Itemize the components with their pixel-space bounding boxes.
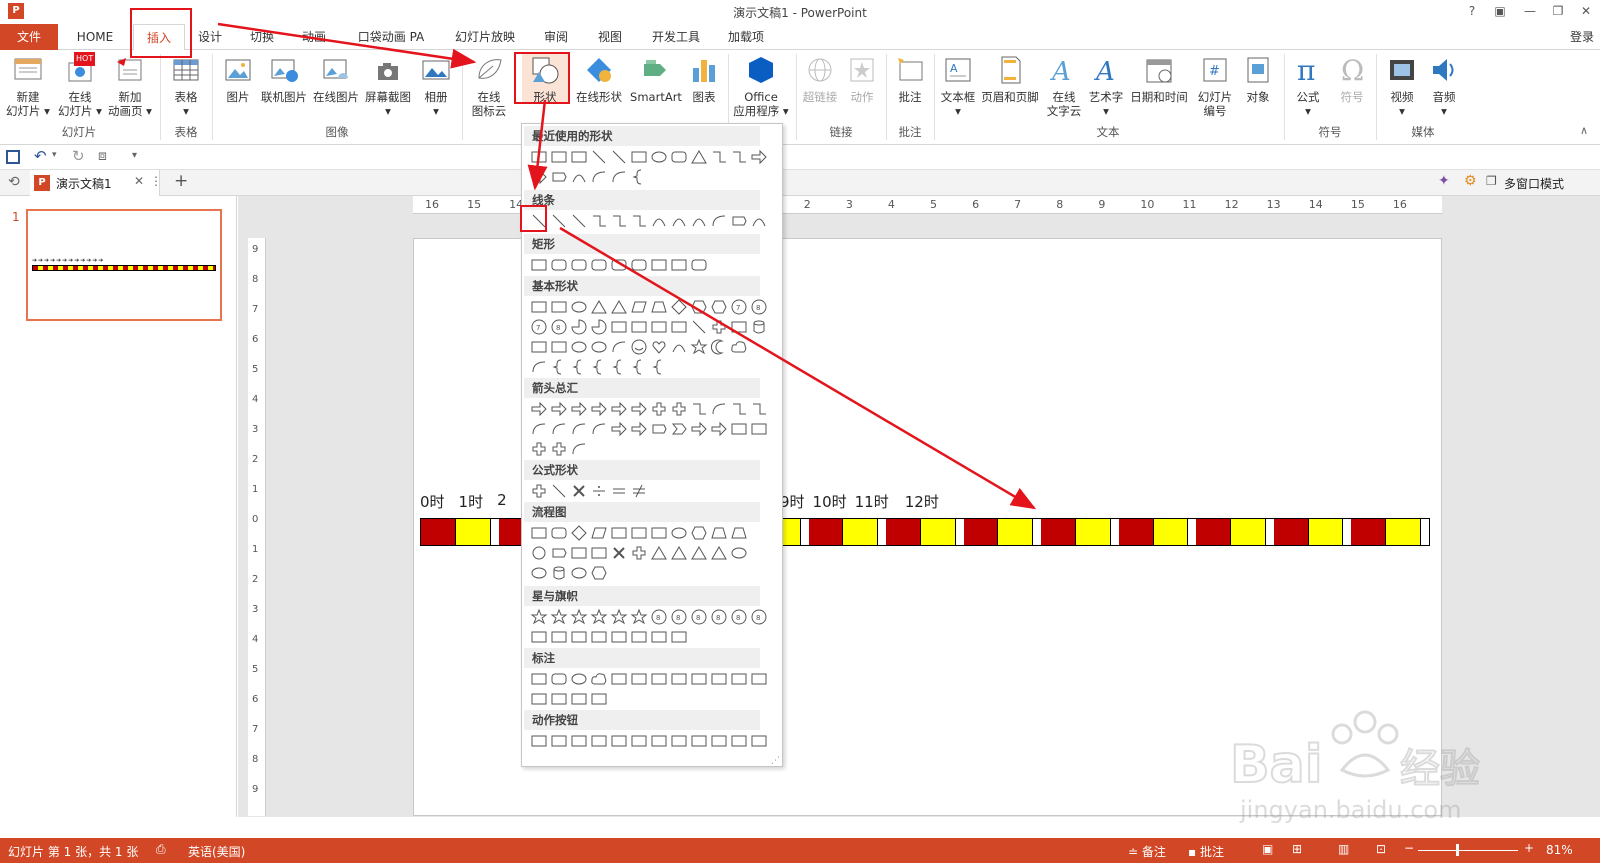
arrow-line-to-slide xyxy=(559,226,1037,510)
svg-text:jingyan.baidu.com: jingyan.baidu.com xyxy=(1239,796,1461,824)
svg-text:经验: 经验 xyxy=(1400,746,1480,792)
arrow-insert-to-shapes xyxy=(217,22,477,69)
arrow-shapes-to-line xyxy=(527,99,548,191)
baidu-watermark: Bai 经验 jingyan.baidu.com xyxy=(1229,700,1520,830)
svg-text:Bai: Bai xyxy=(1230,735,1323,795)
